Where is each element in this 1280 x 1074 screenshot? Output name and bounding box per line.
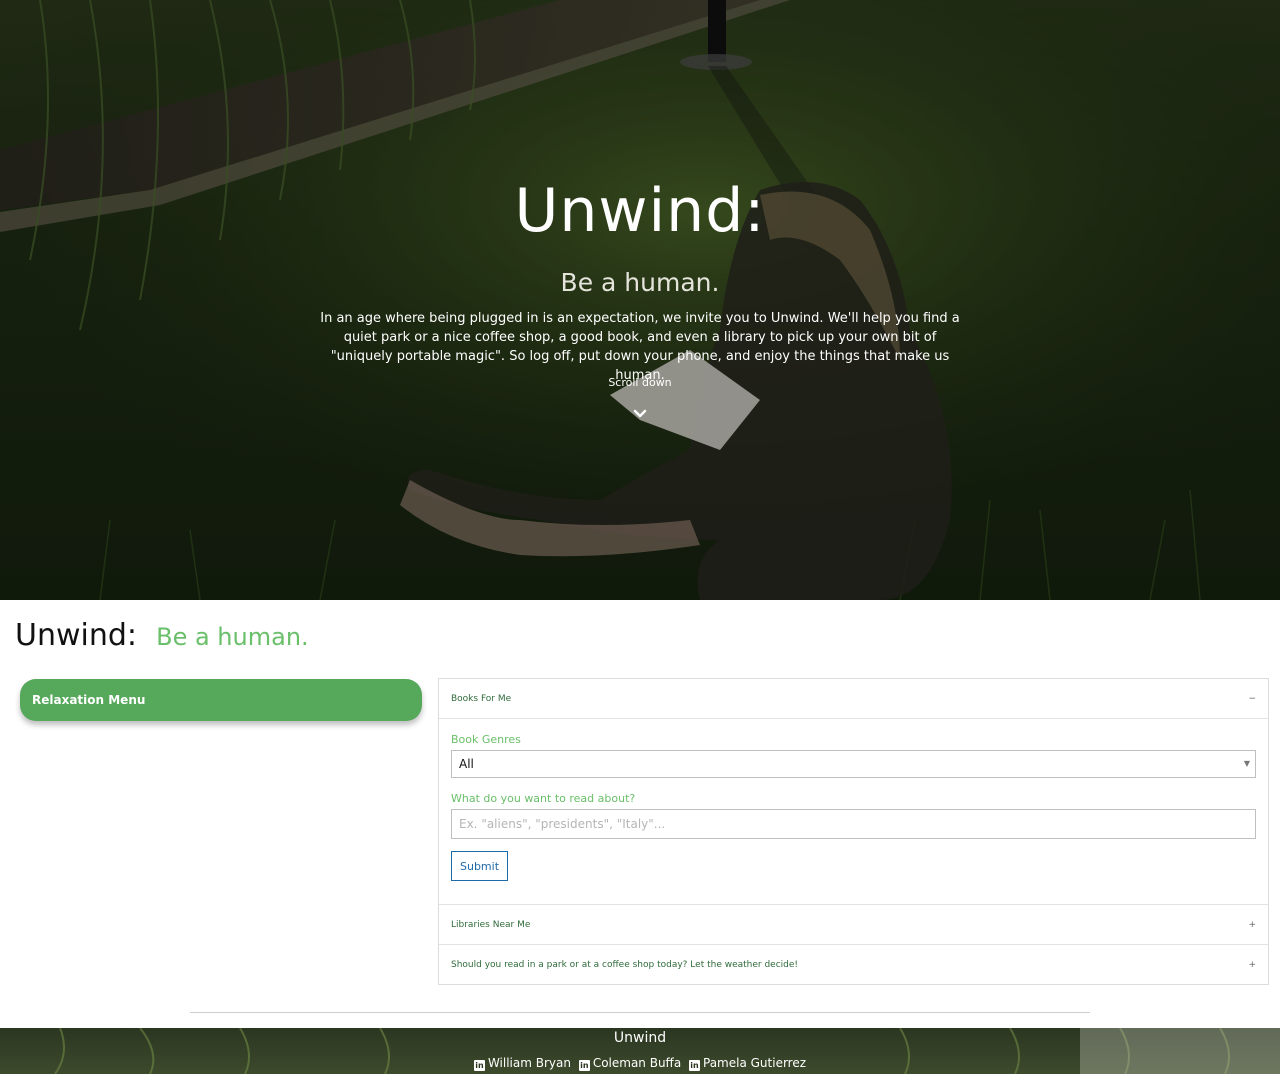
hero-description: In an age where being plugged in is an e… bbox=[320, 311, 960, 383]
accordion-title: Libraries Near Me bbox=[451, 920, 531, 930]
linkedin-icon[interactable]: in bbox=[473, 1060, 485, 1071]
hero-banner: Unwind: Be a human. In an age where bein… bbox=[0, 0, 1280, 600]
submit-button[interactable]: Submit bbox=[451, 851, 508, 881]
expand-icon[interactable]: + bbox=[1248, 945, 1256, 985]
credit-name[interactable]: Coleman Buffa bbox=[593, 1056, 681, 1070]
brand-tagline: Be a human. bbox=[156, 623, 309, 651]
expand-icon[interactable]: + bbox=[1248, 905, 1256, 945]
genre-label: Book Genres bbox=[451, 733, 521, 746]
credit-name[interactable]: Pamela Gutierrez bbox=[703, 1056, 806, 1070]
accordion-header-books[interactable]: Books For Me − bbox=[439, 679, 1268, 719]
accordion-header-libraries[interactable]: Libraries Near Me + bbox=[439, 905, 1268, 945]
credit-coleman-buffa[interactable]: in Coleman Buffa bbox=[578, 1056, 681, 1071]
credit-pamela-gutierrez[interactable]: in Pamela Gutierrez bbox=[689, 1056, 806, 1071]
topic-label: What do you want to read about? bbox=[451, 792, 636, 805]
footer-credits: in William Bryan in Coleman Buffa in Pamela… bbox=[0, 1056, 1280, 1071]
accordion-header-weather[interactable]: Should you read in a park or at a coffee… bbox=[439, 945, 1268, 985]
credit-name[interactable]: William Bryan bbox=[488, 1056, 571, 1070]
chevron-down-icon[interactable] bbox=[630, 404, 650, 424]
site-header: Unwind: Be a human. bbox=[15, 618, 309, 653]
relaxation-menu-button[interactable]: Relaxation Menu bbox=[20, 679, 422, 721]
scroll-down-label[interactable]: Scroll down bbox=[0, 376, 1280, 389]
books-form: Book Genres All ▼ What do you want to re… bbox=[439, 719, 1268, 905]
dropdown-caret-icon: ▼ bbox=[1243, 759, 1250, 768]
linkedin-icon[interactable]: in bbox=[689, 1060, 700, 1071]
genre-select[interactable]: All ▼ bbox=[451, 750, 1256, 778]
credit-william-bryan[interactable]: in William Bryan bbox=[473, 1056, 571, 1071]
brand-name[interactable]: Unwind: bbox=[15, 618, 137, 653]
accordion-title: Books For Me bbox=[451, 694, 512, 704]
footer-title: Unwind bbox=[613, 1030, 667, 1046]
hero-title: Unwind: bbox=[514, 176, 766, 246]
genre-selected-value: All bbox=[459, 757, 474, 771]
site-footer: Unwind in William Bryan in Coleman Buffa i… bbox=[0, 1028, 1280, 1074]
hero-subtitle: Be a human. bbox=[560, 268, 720, 297]
collapse-icon[interactable]: − bbox=[1248, 679, 1256, 719]
relaxation-accordion: Books For Me − Book Genres All ▼ What do… bbox=[438, 678, 1269, 985]
linkedin-icon[interactable]: in bbox=[578, 1060, 590, 1071]
section-divider bbox=[190, 1012, 1090, 1013]
topic-search-input[interactable] bbox=[451, 809, 1256, 839]
hero-overlay bbox=[0, 0, 1280, 600]
accordion-title: Should you read in a park or at a coffee… bbox=[451, 960, 799, 970]
